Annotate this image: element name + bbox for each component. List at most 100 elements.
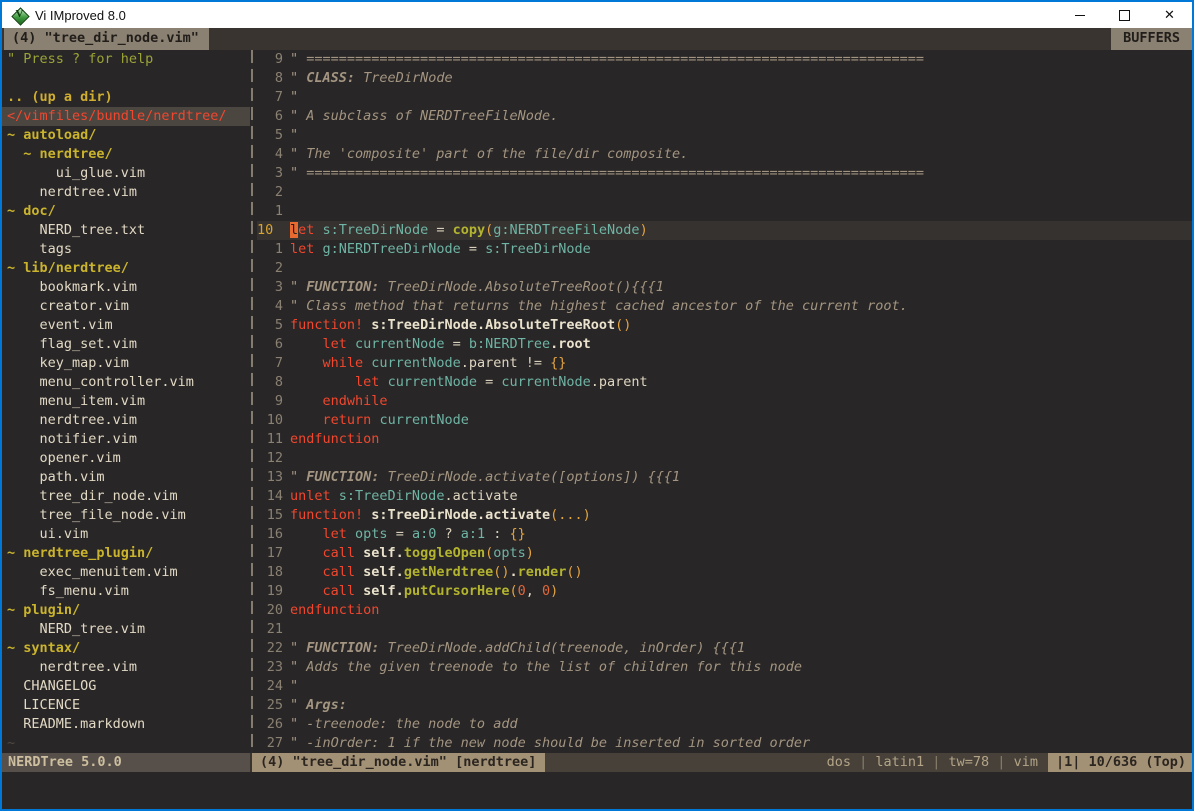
code-line[interactable]: 1let g:NERDTreeDirNode = s:TreeDirNode	[257, 240, 1192, 259]
line-number: 12	[257, 449, 283, 468]
tree-node-file[interactable]: notifier.vim	[7, 430, 250, 449]
maximize-button[interactable]	[1102, 2, 1147, 28]
tree-node-file[interactable]: opener.vim	[7, 449, 250, 468]
code-line[interactable]: 15function! s:TreeDirNode.activate(...)	[257, 506, 1192, 525]
code-line[interactable]: 3" FUNCTION: TreeDirNode.AbsoluteTreeRoo…	[257, 278, 1192, 297]
editor-statusline: (4) "tree_dir_node.vim" [nerdtree] dos |…	[252, 753, 1192, 772]
line-number: 17	[257, 544, 283, 563]
code-line[interactable]: 16 let opts = a:0 ? a:1 : {}	[257, 525, 1192, 544]
close-button[interactable]: ✕	[1147, 2, 1192, 28]
tree-node-file[interactable]: menu_item.vim	[7, 392, 250, 411]
tree-node-file[interactable]: ui_glue.vim	[7, 164, 250, 183]
code-line[interactable]: 4" The 'composite' part of the file/dir …	[257, 145, 1192, 164]
code-line[interactable]: 17 call self.toggleOpen(opts)	[257, 544, 1192, 563]
main-split: " Press ? for help .. (up a dir)</vimfil…	[2, 50, 1192, 753]
code-line[interactable]: 24"	[257, 677, 1192, 696]
code-line[interactable]: 6" A subclass of NERDTreeFileNode.	[257, 107, 1192, 126]
code-line[interactable]: 23" Adds the given treenode to the list …	[257, 658, 1192, 677]
line-number: 18	[257, 563, 283, 582]
tree-node-file[interactable]: tree_dir_node.vim	[7, 487, 250, 506]
line-number: 2	[257, 183, 283, 202]
tree-node-file[interactable]: fs_menu.vim	[7, 582, 250, 601]
tree-node-file[interactable]: nerdtree.vim	[7, 411, 250, 430]
code-line[interactable]: 8 let currentNode = currentNode.parent	[257, 373, 1192, 392]
code-line[interactable]: 14unlet s:TreeDirNode.activate	[257, 487, 1192, 506]
tree-node-dir[interactable]: ~ doc/	[7, 202, 250, 221]
tree-node-file[interactable]: nerdtree.vim	[7, 183, 250, 202]
maximize-icon	[1119, 10, 1130, 21]
code-line[interactable]: 18 call self.getNerdtree().render()	[257, 563, 1192, 582]
code-line[interactable]: 7"	[257, 88, 1192, 107]
code-line[interactable]: 7 while currentNode.parent != {}	[257, 354, 1192, 373]
tree-node-file[interactable]: NERD_tree.txt	[7, 221, 250, 240]
code-text: " Adds the given treenode to the list of…	[290, 658, 802, 677]
vim-window: V Vi IMproved 8.0 ✕ (4) "tree_dir_node.v…	[0, 0, 1194, 811]
tree-node-file[interactable]: tree_file_node.vim	[7, 506, 250, 525]
minimize-button[interactable]	[1057, 2, 1102, 28]
code-line[interactable]: 11endfunction	[257, 430, 1192, 449]
code-line[interactable]: 13" FUNCTION: TreeDirNode.activate([opti…	[257, 468, 1192, 487]
tree-node-file[interactable]: nerdtree.vim	[7, 658, 250, 677]
code-line[interactable]: 26 " -treenode: the node to add	[257, 715, 1192, 734]
tree-node-dir[interactable]: ~ plugin/	[7, 601, 250, 620]
nerdtree-statusline: NERDTree 5.0.0	[2, 753, 250, 772]
tree-node-file[interactable]: event.vim	[7, 316, 250, 335]
tabline-spacer	[209, 28, 1111, 50]
code-line[interactable]: 22" FUNCTION: TreeDirNode.addChild(treen…	[257, 639, 1192, 658]
tree-node-file[interactable]: LICENCE	[7, 696, 250, 715]
code-line[interactable]: 20endfunction	[257, 601, 1192, 620]
tree-node-file[interactable]: creator.vim	[7, 297, 250, 316]
code-text: " FUNCTION: TreeDirNode.addChild(treenod…	[290, 639, 745, 658]
tree-node-file[interactable]: CHANGELOG	[7, 677, 250, 696]
code-line[interactable]: 19 call self.putCursorHere(0, 0)	[257, 582, 1192, 601]
code-line[interactable]: 2	[257, 259, 1192, 278]
line-number: 26	[257, 715, 283, 734]
titlebar[interactable]: V Vi IMproved 8.0 ✕	[2, 2, 1192, 28]
tree-node-file[interactable]: README.markdown	[7, 715, 250, 734]
line-number: 9	[257, 392, 283, 411]
code-line[interactable]: 21	[257, 620, 1192, 639]
close-icon: ✕	[1164, 6, 1175, 25]
tree-node-file[interactable]: path.vim	[7, 468, 250, 487]
code-line[interactable]: 5"	[257, 126, 1192, 145]
tree-node-file[interactable]: flag_set.vim	[7, 335, 250, 354]
line-number: 10	[257, 411, 283, 430]
code-line[interactable]: 6 let currentNode = b:NERDTree.root	[257, 335, 1192, 354]
command-line[interactable]	[2, 772, 1192, 809]
tree-node-dir[interactable]: ~ autoload/	[7, 126, 250, 145]
code-text: endfunction	[290, 430, 379, 449]
code-text: " -treenode: the node to add	[290, 715, 518, 734]
code-line[interactable]: 25" Args:	[257, 696, 1192, 715]
code-text: let currentNode = currentNode.parent	[290, 373, 648, 392]
code-line[interactable]: 27" -inOrder: 1 if the new node should b…	[257, 734, 1192, 753]
code-line[interactable]: 9" =====================================…	[257, 50, 1192, 69]
tree-node-selected-root[interactable]: </vimfiles/bundle/nerdtree/	[2, 107, 250, 126]
tree-node-file[interactable]: bookmark.vim	[7, 278, 250, 297]
code-line[interactable]: 4" Class method that returns the highest…	[257, 297, 1192, 316]
code-line[interactable]: 9 endwhile	[257, 392, 1192, 411]
code-text: unlet s:TreeDirNode.activate	[290, 487, 518, 506]
tree-node-dir[interactable]: ~ nerdtree/	[7, 145, 250, 164]
code-line[interactable]: 2	[257, 183, 1192, 202]
tree-node-dir[interactable]: ~ syntax/	[7, 639, 250, 658]
tree-node-up-dir[interactable]: .. (up a dir)	[7, 88, 250, 107]
tree-node-file[interactable]: exec_menuitem.vim	[7, 563, 250, 582]
tree-node-file[interactable]: tags	[7, 240, 250, 259]
tree-node-file[interactable]: NERD_tree.vim	[7, 620, 250, 639]
tab-current[interactable]: (4) "tree_dir_node.vim"	[4, 28, 209, 50]
tree-node-file[interactable]: ui.vim	[7, 525, 250, 544]
code-line[interactable]: 8" CLASS: TreeDirNode	[257, 69, 1192, 88]
code-line[interactable]: 12	[257, 449, 1192, 468]
code-text: "	[290, 677, 298, 696]
code-line-current[interactable]: 10let s:TreeDirNode = copy(g:NERDTreeFil…	[257, 221, 1192, 240]
tree-node-file[interactable]: key_map.vim	[7, 354, 250, 373]
line-number: 20	[257, 601, 283, 620]
tree-node-dir[interactable]: ~ nerdtree_plugin/	[7, 544, 250, 563]
code-line[interactable]: 1	[257, 202, 1192, 221]
code-line[interactable]: 5function! s:TreeDirNode.AbsoluteTreeRoo…	[257, 316, 1192, 335]
code-line[interactable]: 3" =====================================…	[257, 164, 1192, 183]
code-text: call self.putCursorHere(0, 0)	[290, 582, 558, 601]
tree-node-file[interactable]: menu_controller.vim	[7, 373, 250, 392]
code-line[interactable]: 10 return currentNode	[257, 411, 1192, 430]
tree-node-dir[interactable]: ~ lib/nerdtree/	[7, 259, 250, 278]
